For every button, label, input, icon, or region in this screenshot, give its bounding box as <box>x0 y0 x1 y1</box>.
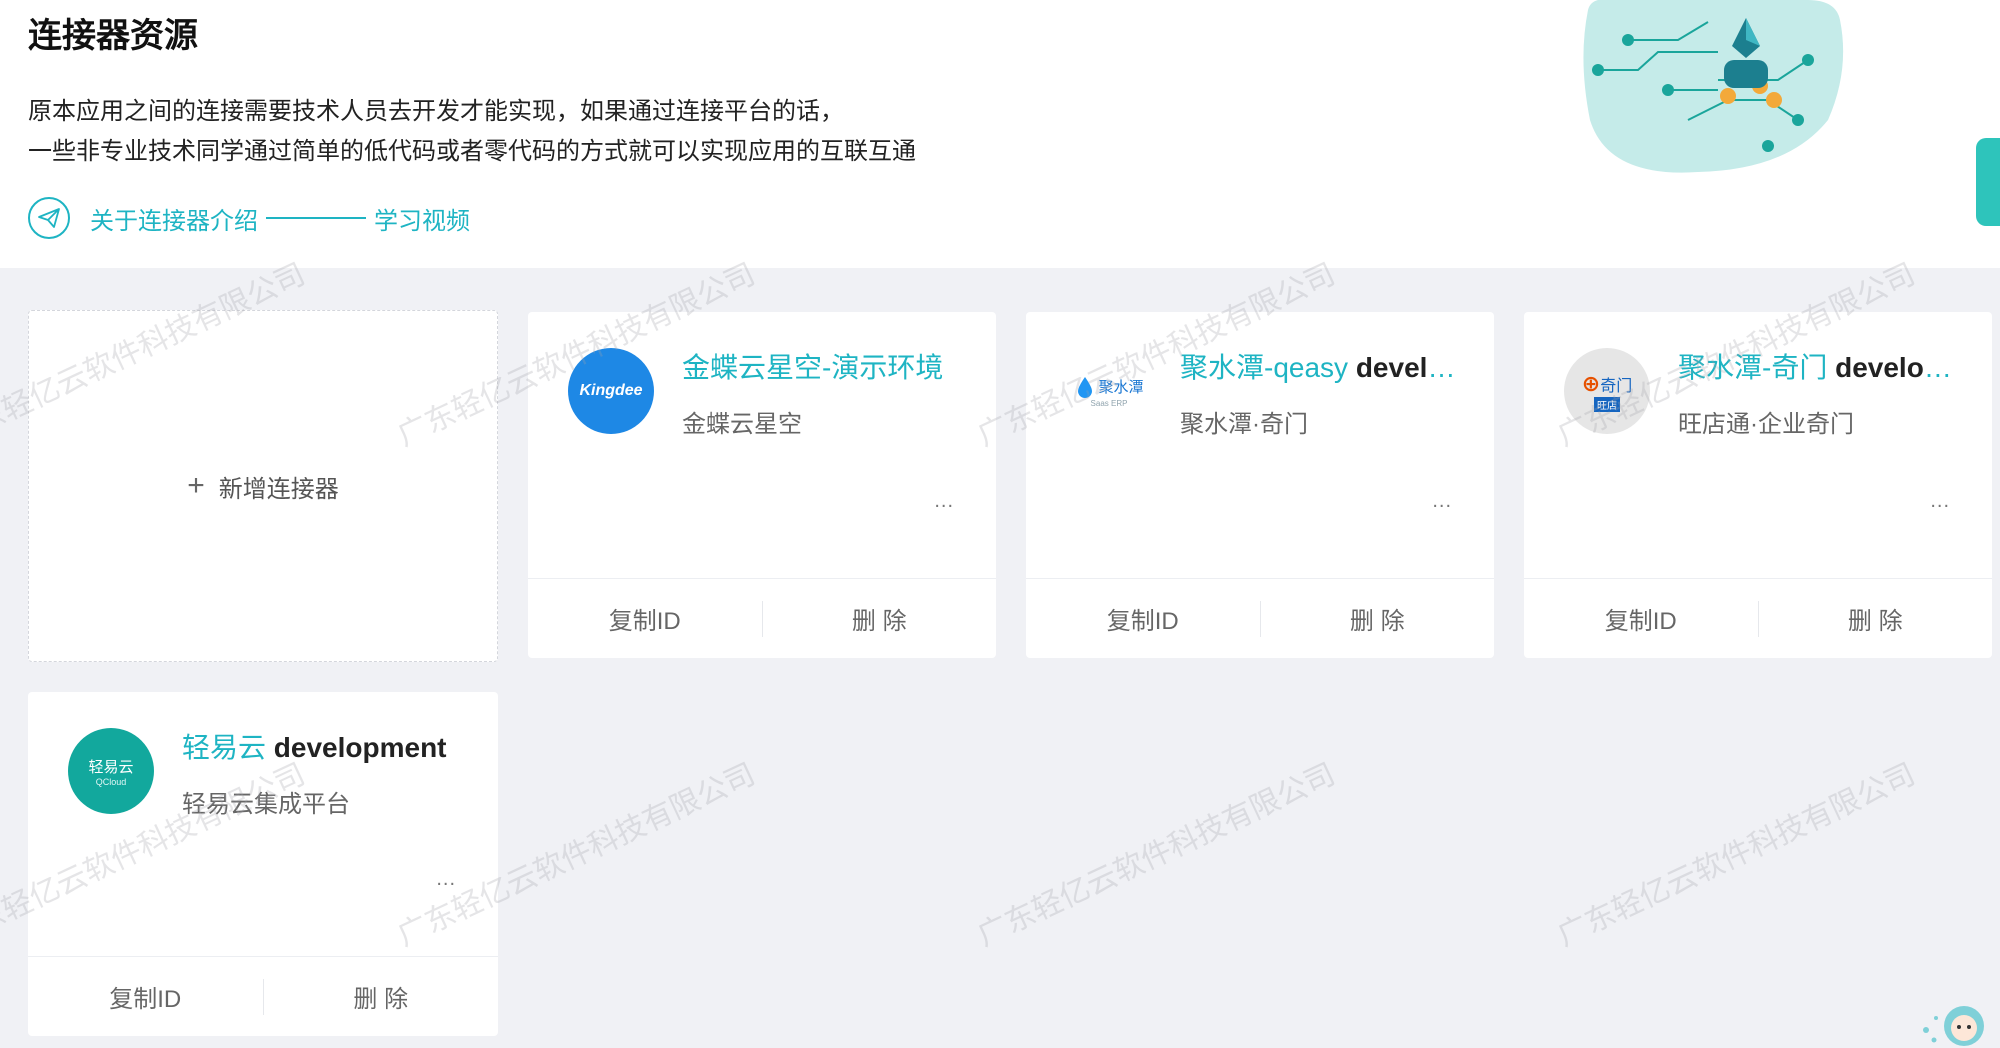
card-footer: 复制ID 删 除 <box>528 578 996 658</box>
side-panel-tab[interactable] <box>1976 138 2000 226</box>
water-drop-icon <box>1078 376 1093 398</box>
add-connector-label: 新增连接器 <box>218 475 339 503</box>
card-footer: 复制ID 删 除 <box>28 956 498 1036</box>
plus-icon: + <box>187 469 205 502</box>
connector-title[interactable]: 金蝶云星空-演示环境 <box>682 348 962 388</box>
connector-env: development <box>1835 352 1958 383</box>
logo-text: 聚水潭 <box>1098 379 1144 396</box>
connector-name: 金蝶云星空-演示环境 <box>682 352 944 383</box>
page-title: 连接器资源 <box>28 17 198 55</box>
copy-id-button[interactable]: 复制ID <box>28 979 263 1014</box>
connector-platform: 旺店通·企业奇门 <box>1678 411 1854 438</box>
assistant-avatar-icon[interactable] <box>1912 996 1992 1048</box>
delete-button[interactable]: 删 除 <box>1759 601 1993 636</box>
connector-title[interactable]: 聚水潭-奇门 development <box>1678 348 1958 388</box>
connector-name: 轻易云 <box>182 732 267 763</box>
connector-intro-link[interactable]: 关于连接器介绍 <box>90 201 258 236</box>
connector-card: 轻易云 QCloud 轻易云 development 轻易云集成平台 ... 复… <box>28 692 498 1036</box>
delete-button[interactable]: 删 除 <box>1261 601 1495 636</box>
connector-title[interactable]: 聚水潭-qeasy development <box>1180 348 1460 388</box>
delete-button[interactable]: 删 除 <box>763 601 997 636</box>
page-description: 原本应用之间的连接需要技术人员去开发才能实现，如果通过连接平台的话， 一些非专业… <box>28 92 916 172</box>
card-footer: 复制ID 删 除 <box>1026 578 1494 658</box>
paper-plane-icon <box>28 197 70 239</box>
connector-platform: 金蝶云星空 <box>682 411 802 438</box>
connector-name: 聚水潭-qeasy <box>1180 352 1349 383</box>
qeasy-logo-icon: 轻易云 QCloud <box>68 728 154 814</box>
connector-platform: 轻易云集成平台 <box>182 791 350 818</box>
connector-platform: 聚水潭·奇门 <box>1180 411 1308 438</box>
logo-text: 轻易云 <box>88 758 134 776</box>
connector-title[interactable]: 轻易云 development <box>182 728 462 768</box>
connector-card: Kingdee 金蝶云星空-演示环境 金蝶云星空 ... 复制ID 删 除 <box>528 312 996 658</box>
connector-env: development <box>1355 352 1460 383</box>
intro-links: 关于连接器介绍 学习视频 <box>28 196 470 240</box>
watermark: 广东轻亿云软件科技有限公司 <box>1552 756 1921 954</box>
logo-subtext: QCloud <box>95 776 127 787</box>
copy-id-button[interactable]: 复制ID <box>1026 601 1260 636</box>
more-options-button[interactable]: ... <box>1432 490 1452 513</box>
connector-card: ⊕ 奇门 旺店 聚水潭-奇门 development 旺店通·企业奇门 ... … <box>1524 312 1992 658</box>
copy-id-button[interactable]: 复制ID <box>528 601 762 636</box>
description-line-1: 原本应用之间的连接需要技术人员去开发才能实现，如果通过连接平台的话， <box>28 98 844 125</box>
header-banner: 连接器资源 原本应用之间的连接需要技术人员去开发才能实现，如果通过连接平台的话，… <box>0 0 2000 268</box>
kingdee-logo-icon: Kingdee <box>568 348 654 434</box>
learning-video-link[interactable]: 学习视频 <box>374 201 470 236</box>
copy-id-button[interactable]: 复制ID <box>1524 601 1758 636</box>
more-options-button[interactable]: ... <box>436 868 456 891</box>
logo-text: Kingdee <box>579 382 643 399</box>
logo-text: 奇门 <box>1600 377 1633 395</box>
description-line-2: 一些非专业技术同学通过简单的低代码或者零代码的方式就可以实现应用的互联互通 <box>28 138 916 165</box>
link-divider <box>266 217 366 219</box>
logo-subtext: Saas ERP <box>1090 398 1128 408</box>
more-options-button[interactable]: ... <box>934 490 954 513</box>
logo-subtext: 旺店 <box>1594 396 1620 412</box>
card-footer: 复制ID 删 除 <box>1524 578 1992 658</box>
jushuitan-logo-icon: 聚水潭 Saas ERP <box>1066 348 1152 434</box>
wangdian-mark-icon: ⊕ <box>1581 370 1601 396</box>
more-options-button[interactable]: ... <box>1930 490 1950 513</box>
add-connector-card[interactable]: + 新增连接器 <box>28 310 498 662</box>
delete-button[interactable]: 删 除 <box>264 979 499 1014</box>
connector-name: 聚水潭-奇门 <box>1678 352 1828 383</box>
add-connector-button[interactable]: + 新增连接器 <box>187 469 339 504</box>
watermark: 广东轻亿云软件科技有限公司 <box>972 756 1341 954</box>
connector-illustration <box>1583 0 1844 173</box>
connector-card: 聚水潭 Saas ERP 聚水潭-qeasy development 聚水潭·奇… <box>1026 312 1494 658</box>
qimen-logo-icon: ⊕ 奇门 旺店 <box>1564 348 1650 434</box>
connector-env: development <box>266 732 447 763</box>
